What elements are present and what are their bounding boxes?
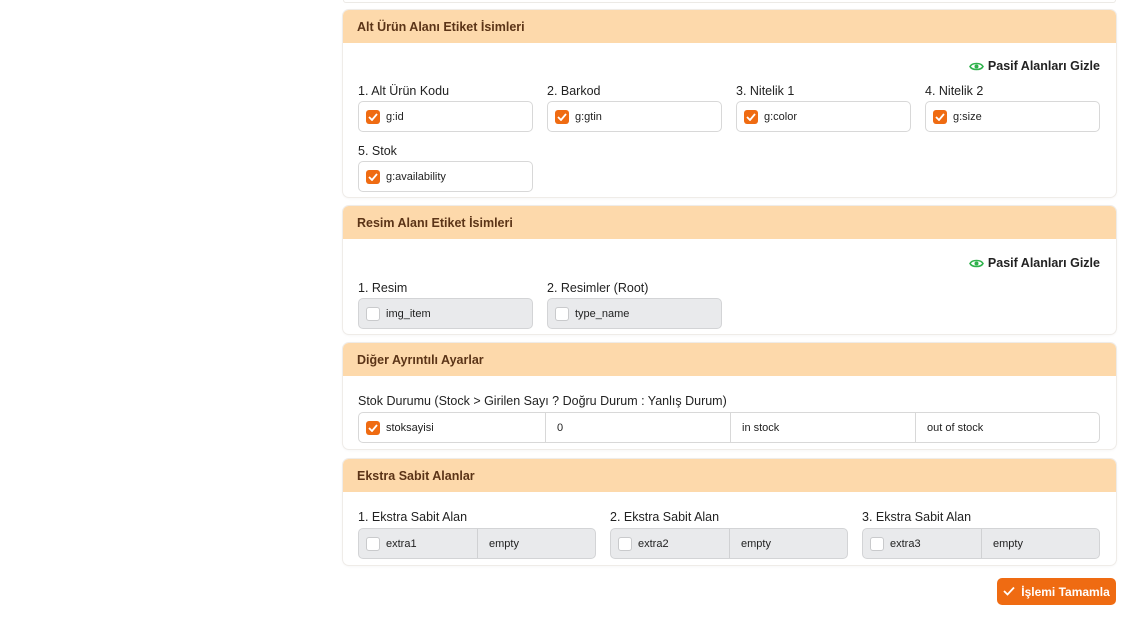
ekstra-field-1: 1. Ekstra Sabit Alan extra1 empty: [358, 509, 596, 559]
field-enabled-checkbox[interactable]: [366, 536, 380, 551]
extra-value-input[interactable]: empty: [729, 529, 847, 558]
field-tag-value: img_item: [386, 307, 431, 320]
hide-passive-fields-toggle[interactable]: Pasif Alanları Gizle: [969, 59, 1100, 73]
field-enabled-checkbox[interactable]: [366, 169, 380, 184]
field-tag-value: g:availability: [386, 170, 446, 183]
extra-value-input[interactable]: empty: [477, 529, 595, 558]
extra-field-group: extra1 empty: [358, 528, 596, 559]
stock-threshold-value: 0: [557, 421, 564, 434]
resim-field-1: 1. Resim img_item: [358, 280, 533, 329]
ekstra-sabit-card-title: Ekstra Sabit Alanlar: [343, 459, 1116, 492]
extra-name-value: extra2: [638, 537, 669, 550]
alt-urun-field-1: 1. Alt Ürün Kodu g:id: [358, 83, 533, 132]
extra-name-value: extra3: [890, 537, 921, 550]
ekstra-field-3: 3. Ekstra Sabit Alan extra3 empty: [862, 509, 1100, 559]
hide-passive-fields-toggle[interactable]: Pasif Alanları Gizle: [969, 256, 1100, 270]
nitelik-2-input[interactable]: g:size: [925, 101, 1100, 132]
field-enabled-checkbox[interactable]: [618, 536, 632, 551]
stock-field-value: stoksayisi: [386, 421, 434, 434]
ekstra-sabit-card: Ekstra Sabit Alanlar 1. Ekstra Sabit Ala…: [343, 459, 1116, 565]
check-icon: [1003, 585, 1015, 599]
stock-threshold-input[interactable]: 0: [545, 413, 730, 442]
field-enabled-checkbox[interactable]: [366, 109, 380, 124]
field-enabled-checkbox[interactable]: [366, 306, 380, 321]
alt-urun-kodu-input[interactable]: g:id: [358, 101, 533, 132]
resimler-root-input[interactable]: type_name: [547, 298, 722, 329]
field-label: 3. Nitelik 1: [736, 84, 795, 98]
resim-field-2: 2. Resimler (Root) type_name: [547, 280, 722, 329]
resim-card-title: Resim Alanı Etiket İsimleri: [343, 206, 1116, 239]
resim-input[interactable]: img_item: [358, 298, 533, 329]
field-label: 1. Resim: [358, 281, 408, 295]
extra-field-group: extra2 empty: [610, 528, 848, 559]
stock-field-input[interactable]: stoksayisi: [359, 413, 545, 442]
extra-name-input[interactable]: extra1: [359, 529, 477, 558]
hide-passive-fields-label: Pasif Alanları Gizle: [987, 256, 1100, 270]
field-label: 3. Ekstra Sabit Alan: [862, 510, 972, 524]
alt-urun-field-2: 2. Barkod g:gtin: [547, 83, 722, 132]
field-enabled-checkbox[interactable]: [933, 109, 947, 124]
false-state-value: out of stock: [927, 421, 984, 434]
extra-field-group: extra3 empty: [862, 528, 1100, 559]
field-enabled-checkbox[interactable]: [366, 420, 380, 435]
extra-value: empty: [993, 537, 1023, 550]
field-label: 2. Barkod: [547, 84, 601, 98]
field-label: 2. Ekstra Sabit Alan: [610, 510, 720, 524]
alt-urun-field-5: 5. Stok g:availability: [358, 143, 533, 192]
field-tag-value: g:gtin: [575, 110, 602, 123]
field-enabled-checkbox[interactable]: [870, 536, 884, 551]
nitelik-1-input[interactable]: g:color: [736, 101, 911, 132]
field-tag-value: g:color: [764, 110, 798, 123]
extra-name-value: extra1: [386, 537, 417, 550]
stock-condition-label: Stok Durumu (Stock > Girilen Sayı ? Doğr…: [358, 394, 727, 408]
diger-ayarlar-card-title: Diğer Ayrıntılı Ayarlar: [343, 343, 1116, 376]
false-state-input[interactable]: out of stock: [915, 413, 1099, 442]
previous-card-bottom: [343, 0, 1116, 3]
barkod-input[interactable]: g:gtin: [547, 101, 722, 132]
alt-urun-field-4: 4. Nitelik 2 g:size: [925, 83, 1100, 132]
field-label: 5. Stok: [358, 144, 397, 158]
extra-value: empty: [741, 537, 771, 550]
complete-operation-button[interactable]: İşlemi Tamamla: [997, 578, 1116, 605]
true-state-input[interactable]: in stock: [730, 413, 915, 442]
resim-card: Resim Alanı Etiket İsimleri Pasif Alanla…: [343, 206, 1116, 334]
hide-passive-fields-label: Pasif Alanları Gizle: [987, 59, 1100, 73]
field-enabled-checkbox[interactable]: [744, 109, 758, 124]
alt-urun-card-title: Alt Ürün Alanı Etiket İsimleri: [343, 10, 1116, 43]
stock-condition-group: stoksayisi 0 in stock out of stock: [358, 412, 1100, 443]
field-label: 1. Ekstra Sabit Alan: [358, 510, 468, 524]
true-state-value: in stock: [742, 421, 780, 434]
field-enabled-checkbox[interactable]: [555, 109, 569, 124]
diger-ayarlar-card: Diğer Ayrıntılı Ayarlar Stok Durumu (Sto…: [343, 343, 1116, 449]
alt-urun-card: Alt Ürün Alanı Etiket İsimleri Pasif Ala…: [343, 10, 1116, 197]
complete-operation-label: İşlemi Tamamla: [1021, 584, 1110, 599]
stok-input[interactable]: g:availability: [358, 161, 533, 192]
eye-icon: [969, 61, 984, 72]
field-tag-value: g:id: [386, 110, 404, 123]
ekstra-field-2: 2. Ekstra Sabit Alan extra2 empty: [610, 509, 848, 559]
eye-icon: [969, 258, 984, 269]
extra-name-input[interactable]: extra3: [863, 529, 981, 558]
extra-value: empty: [489, 537, 519, 550]
field-enabled-checkbox[interactable]: [555, 306, 569, 321]
extra-name-input[interactable]: extra2: [611, 529, 729, 558]
alt-urun-field-3: 3. Nitelik 1 g:color: [736, 83, 911, 132]
field-label: 1. Alt Ürün Kodu: [358, 84, 450, 98]
extra-value-input[interactable]: empty: [981, 529, 1099, 558]
field-label: 2. Resimler (Root): [547, 281, 649, 295]
field-tag-value: g:size: [953, 110, 982, 123]
field-tag-value: type_name: [575, 307, 630, 320]
field-label: 4. Nitelik 2: [925, 84, 984, 98]
